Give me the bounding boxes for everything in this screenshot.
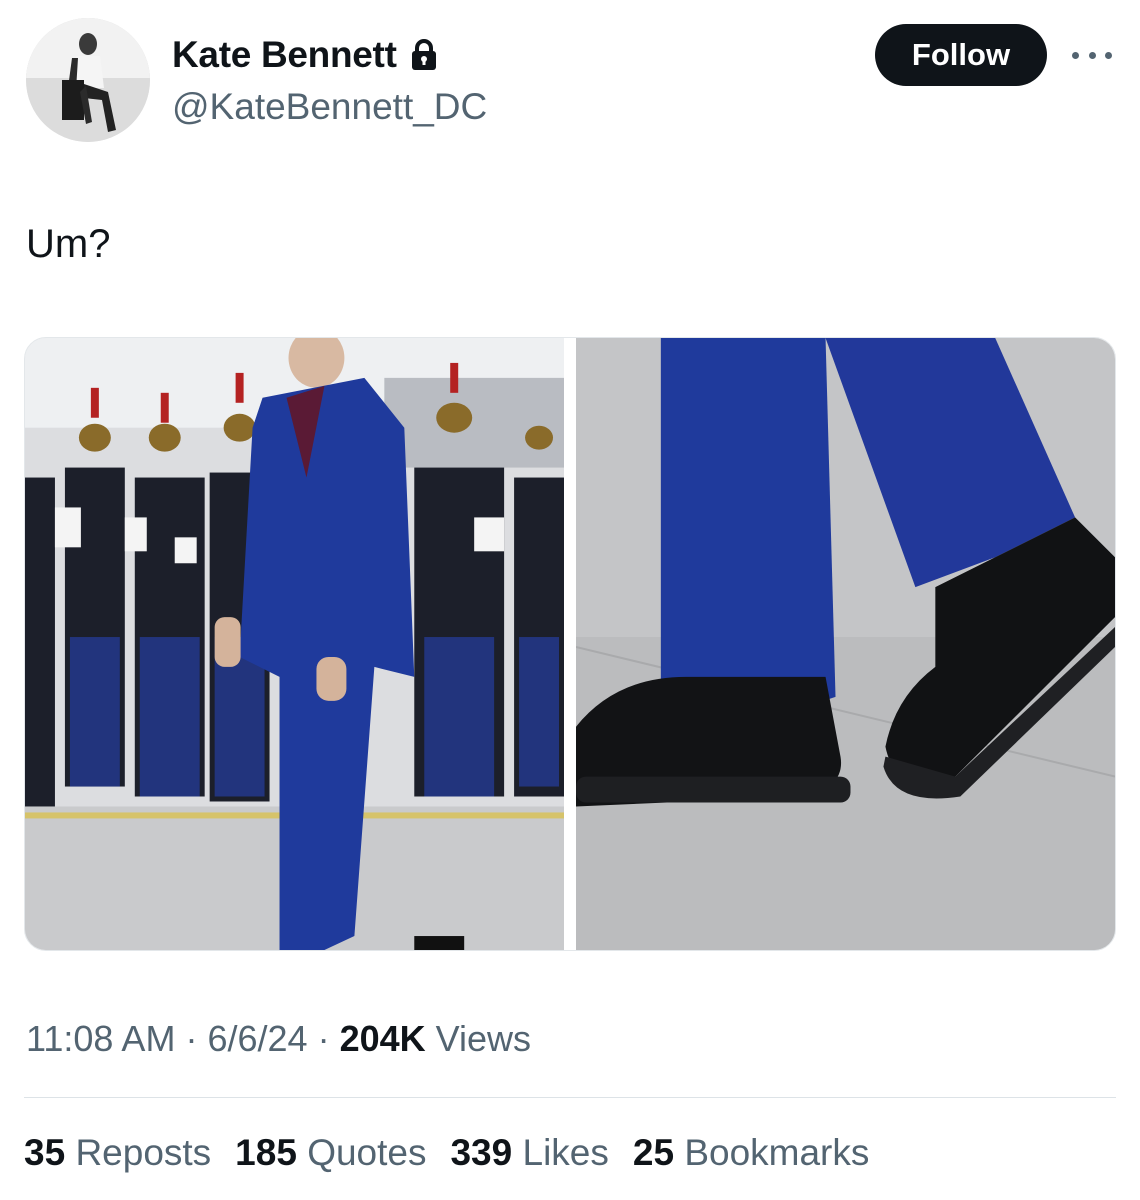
avatar[interactable] bbox=[26, 18, 150, 142]
tweet-image-1[interactable] bbox=[25, 338, 564, 950]
tweet-text: Um? bbox=[26, 222, 111, 266]
lock-icon bbox=[411, 39, 436, 70]
bookmarks-stat[interactable]: 25 Bookmarks bbox=[633, 1132, 870, 1174]
tweet-image-2[interactable] bbox=[576, 338, 1115, 950]
quotes-label: Quotes bbox=[307, 1132, 427, 1173]
follow-button[interactable]: Follow bbox=[875, 24, 1047, 86]
tweet-time[interactable]: 11:08 AM bbox=[26, 1018, 175, 1059]
profile-avatar bbox=[26, 18, 150, 142]
likes-label: Likes bbox=[522, 1132, 609, 1173]
quotes-stat[interactable]: 185 Quotes bbox=[235, 1132, 426, 1174]
divider bbox=[24, 1097, 1116, 1098]
photo-man-blue-suit-honor-guard bbox=[25, 338, 564, 950]
views-count: 204K bbox=[339, 1018, 426, 1059]
tweet-media bbox=[24, 337, 1116, 951]
dot bbox=[1105, 51, 1112, 59]
meta-separator: · bbox=[185, 1018, 198, 1059]
reposts-stat[interactable]: 35 Reposts bbox=[24, 1132, 211, 1174]
reposts-count: 35 bbox=[24, 1132, 66, 1173]
tweet-stats: 35 Reposts 185 Quotes 339 Likes 25 Bookm… bbox=[24, 1132, 869, 1174]
dot bbox=[1088, 51, 1096, 59]
more-dots-icon[interactable] bbox=[1072, 40, 1112, 70]
tweet-date[interactable]: 6/6/24 bbox=[207, 1018, 307, 1059]
quotes-count: 185 bbox=[235, 1132, 297, 1173]
bookmarks-count: 25 bbox=[632, 1132, 675, 1173]
bookmarks-label: Bookmarks bbox=[684, 1132, 870, 1173]
author-name[interactable]: Kate Bennett bbox=[172, 34, 439, 76]
likes-stat[interactable]: 339 Likes bbox=[450, 1132, 608, 1174]
views-label: Views bbox=[435, 1018, 532, 1059]
tweet-meta: 11:08 AM · 6/6/24 · 204K Views bbox=[26, 1018, 531, 1060]
likes-count: 339 bbox=[450, 1132, 513, 1173]
photo-black-shoes-closeup bbox=[576, 338, 1115, 950]
author-handle[interactable]: @KateBennett_DC bbox=[172, 86, 487, 128]
meta-separator: · bbox=[317, 1018, 330, 1059]
dot bbox=[1072, 51, 1079, 59]
reposts-label: Reposts bbox=[75, 1132, 212, 1173]
author-name-text: Kate Bennett bbox=[172, 34, 397, 75]
